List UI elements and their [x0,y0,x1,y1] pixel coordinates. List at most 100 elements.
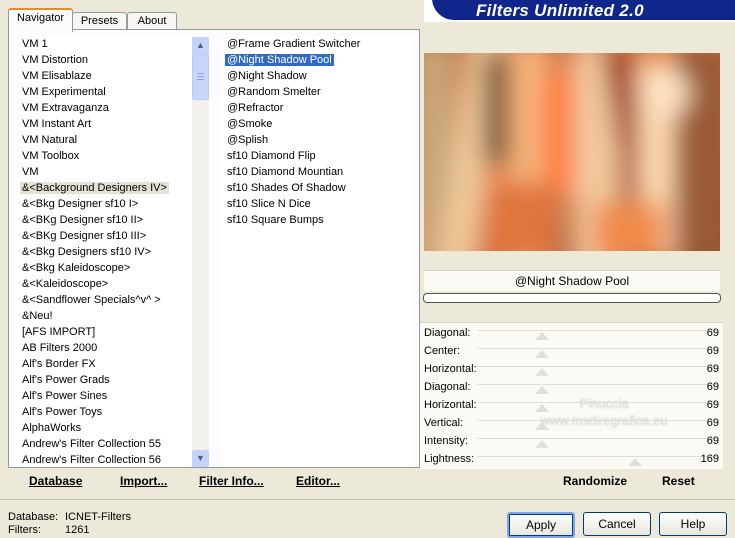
category-item[interactable]: VM Natural [17,132,192,148]
parameter-slider-thumb[interactable] [535,440,549,448]
parameter-label: Intensity: [424,435,469,447]
category-item-label: VM Instant Art [22,118,92,130]
preview-image [424,53,720,251]
filter-item[interactable]: sf10 Shades Of Shadow [222,180,414,196]
parameter-label: Lightness: [424,453,475,465]
category-item[interactable]: &<Bkg Designer sf10 I> [17,196,192,212]
category-item[interactable]: VM Distortion [17,52,192,68]
filter-item[interactable]: @Night Shadow Pool [222,52,414,68]
category-item-label: Alf's Power Toys [22,406,103,418]
category-item[interactable]: AlphaWorks [17,420,192,436]
parameter-value: 69 [706,435,719,447]
parameter-slider-track[interactable] [477,456,717,457]
parameter-label: Diagonal: [424,381,471,393]
filter-item[interactable]: @Refractor [222,100,414,116]
filter-item[interactable]: @Random Smelter [222,84,414,100]
watermark: Pinuccia www.msdiregrafica.eu [494,395,714,429]
grip-line [197,76,204,77]
status-filters: Filters: 1261 [8,524,89,536]
category-item[interactable]: &<Bkg Kaleidoscope> [17,260,192,276]
category-item-label: Alf's Power Grads [22,374,110,386]
reset-button[interactable]: Reset [662,474,695,488]
divider [0,499,735,500]
parameter-label: Horizontal: [424,399,477,411]
category-item[interactable]: VM Extravaganza [17,100,192,116]
scroll-down-button[interactable]: ▼ [192,450,209,467]
category-item[interactable]: &<BKg Designer sf10 II> [17,212,192,228]
parameter-row: Horizontal: 69 [420,361,723,379]
category-item[interactable]: Alf's Power Toys [17,404,192,420]
filter-item[interactable]: sf10 Diamond Mountian [222,164,414,180]
category-item-label: &<Bkg Kaleidoscope> [22,262,131,274]
category-item[interactable]: &Neu! [17,308,192,324]
category-item[interactable]: [AFS IMPORT] [17,324,192,340]
filter-item[interactable]: @Splish [222,132,414,148]
parameter-slider-track[interactable] [477,348,717,349]
category-item[interactable]: VM Toolbox [17,148,192,164]
category-item[interactable]: VM [17,164,192,180]
category-item-label: &<Kaleidoscope> [22,278,109,290]
parameter-value: 169 [700,453,719,465]
filter-item[interactable]: @Night Shadow [222,68,414,84]
filter-item-label: sf10 Slice N Dice [227,198,311,210]
category-item-label: Alf's Power Sines [22,390,108,402]
category-item[interactable]: Andrew's Filter Collection 55 [17,436,192,452]
filter-item-label: @Random Smelter [227,86,321,98]
import-button[interactable]: Import... [120,474,167,488]
category-item[interactable]: AB Filters 2000 [17,340,192,356]
filter-item[interactable]: sf10 Square Bumps [222,212,414,228]
category-item[interactable]: &<BKg Designer sf10 III> [17,228,192,244]
apply-button[interactable]: Apply [507,512,575,538]
parameter-slider-track[interactable] [477,384,717,385]
category-item-label: AB Filters 2000 [22,342,98,354]
filter-list[interactable]: @Frame Gradient Switcher @Night Shadow Po… [222,36,414,466]
category-item[interactable]: Andrew's Filter Collection 56 [17,452,192,466]
scroll-up-button[interactable]: ▲ [192,37,209,54]
category-item-label: Andrew's Filter Collection 55 [22,438,162,450]
parameter-slider-track[interactable] [477,438,717,439]
tab-about[interactable]: About [127,12,177,30]
category-scrollbar[interactable]: ▲ ▼ [192,37,209,467]
filter-item[interactable]: sf10 Diamond Flip [222,148,414,164]
filter-info-button[interactable]: Filter Info... [199,474,264,488]
parameter-row: Center: 69 [420,343,723,361]
category-item[interactable]: Alf's Border FX [17,356,192,372]
category-item-label: VM Elisablaze [22,70,92,82]
parameter-slider-track[interactable] [477,330,717,331]
category-item[interactable]: &<Bkg Designers sf10 IV> [17,244,192,260]
category-item[interactable]: VM Instant Art [17,116,192,132]
database-button[interactable]: Database [29,474,82,488]
parameter-row: Diagonal: 69 [420,325,723,343]
parameter-slider-thumb[interactable] [535,332,549,340]
filter-item[interactable]: sf10 Slice N Dice [222,196,414,212]
filter-item-label: sf10 Shades Of Shadow [227,182,346,194]
filter-item[interactable]: @Frame Gradient Switcher [222,36,414,52]
tab-presets[interactable]: Presets [72,12,127,30]
category-item-label: VM 1 [22,38,48,50]
parameter-slider-thumb[interactable] [535,350,549,358]
app-title: Filters Unlimited 2.0 [476,1,644,20]
parameter-slider-track[interactable] [477,366,717,367]
category-item[interactable]: VM Elisablaze [17,68,192,84]
scroll-thumb[interactable] [192,54,209,100]
category-item[interactable]: Alf's Power Sines [17,388,192,404]
parameter-slider-thumb[interactable] [535,368,549,376]
randomize-button[interactable]: Randomize [563,474,627,488]
editor-button[interactable]: Editor... [296,474,340,488]
category-item[interactable]: Alf's Power Grads [17,372,192,388]
category-item[interactable]: VM Experimental [17,84,192,100]
category-item-label: &<Bkg Designers sf10 IV> [22,246,152,258]
filter-item[interactable]: @Smoke [222,116,414,132]
title-banner: Filters Unlimited 2.0 [424,0,735,22]
parameter-slider-thumb[interactable] [628,458,642,466]
help-button[interactable]: Help [659,512,727,536]
category-item[interactable]: &<Background Designers IV> [17,180,192,196]
grip-line [197,79,204,80]
parameter-slider-thumb[interactable] [535,386,549,394]
tab-navigator[interactable]: Navigator [8,8,73,32]
category-item[interactable]: VM 1 [17,36,192,52]
category-list[interactable]: VM 1 VM Distortion VM Elisablaze VM Experim… [17,36,192,466]
cancel-button[interactable]: Cancel [583,512,651,536]
category-item[interactable]: &<Kaleidoscope> [17,276,192,292]
category-item[interactable]: &<Sandflower Specials^v^ > [17,292,192,308]
